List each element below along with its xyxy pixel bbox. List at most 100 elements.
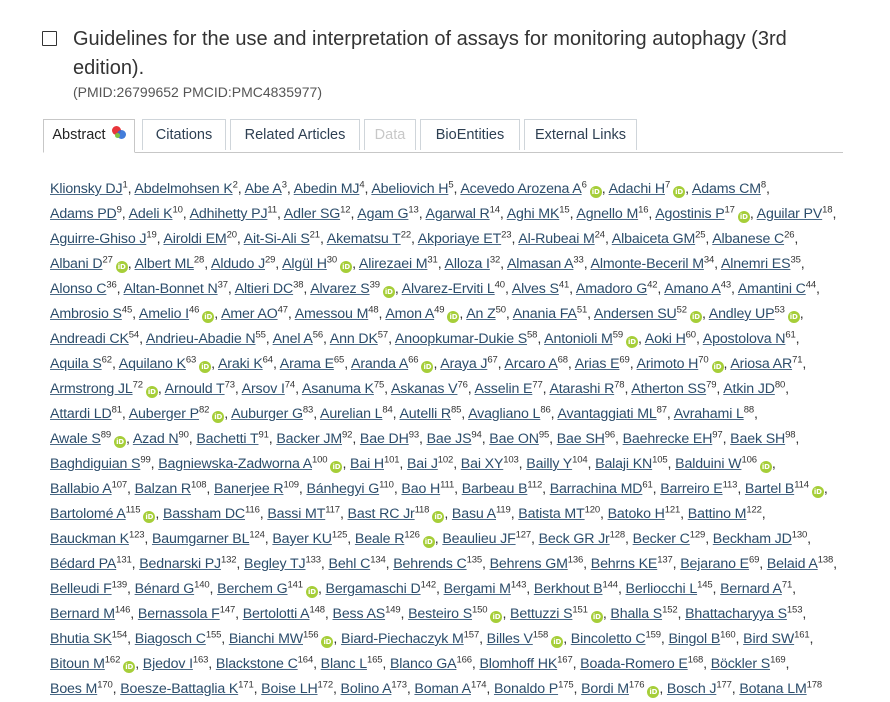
author-name-link[interactable]: Ballabio A [50,481,112,497]
author-name-link[interactable]: Algül H [282,256,327,272]
author-name-link[interactable]: Baghdiguian S [50,456,141,472]
author-name-link[interactable]: Bergami M [444,581,511,597]
author-name-link[interactable]: Behl C [329,556,371,572]
orcid-icon[interactable]: iD [737,211,750,223]
author-name-link[interactable]: Barbeau B [462,481,528,497]
author-name-link[interactable]: Autelli R [399,406,451,422]
author-name-link[interactable]: Adler SG [284,206,341,222]
author-name-link[interactable]: Akporiaye ET [418,231,502,247]
author-name-link[interactable]: Klionsky DJ [50,181,123,197]
author-name-link[interactable]: Amessou M [295,306,369,322]
author-name-link[interactable]: Atarashi R [549,381,614,397]
author-name-link[interactable]: Albert ML [135,256,195,272]
author-name-link[interactable]: Altieri DC [235,281,294,297]
orcid-icon[interactable]: iD [447,311,460,323]
author-name-link[interactable]: Antonioli M [544,331,613,347]
orcid-icon[interactable]: iD [143,511,156,523]
author-name-link[interactable]: Agarwal R [426,206,490,222]
author-name-link[interactable]: Azad N [133,431,179,447]
author-name-link[interactable]: Almonte-Beceril M [591,256,705,272]
orcid-icon[interactable]: iD [589,186,602,198]
tab-related-articles[interactable]: Related Articles [230,119,360,150]
author-name-link[interactable]: Bailly Y [526,456,572,472]
orcid-icon[interactable]: iD [145,386,158,398]
author-name-link[interactable]: Bai H [350,456,384,472]
author-name-link[interactable]: Ait-Si-Ali S [244,231,310,247]
author-name-link[interactable]: Abe A [245,181,282,197]
author-name-link[interactable]: Bae SH [557,431,605,447]
author-name-link[interactable]: Blanc L [321,656,367,672]
author-name-link[interactable]: Bingol B [668,631,720,647]
orcid-icon[interactable]: iD [382,286,395,298]
author-name-link[interactable]: Auberger P [129,406,199,422]
author-name-link[interactable]: Andersen SU [594,306,677,322]
article-title[interactable]: Guidelines for the use and interpretatio… [73,25,833,83]
author-name-link[interactable]: Aguilar PV [757,206,823,222]
orcid-icon[interactable]: iD [330,461,343,473]
author-name-link[interactable]: Bachetti T [196,431,258,447]
tab-bioentities[interactable]: BioEntities [420,119,520,150]
author-name-link[interactable]: Boes M [50,681,97,697]
author-name-link[interactable]: Aquila S [50,356,102,372]
author-name-link[interactable]: Aoki H [645,331,686,347]
author-name-link[interactable]: Botana LM [739,681,806,697]
author-name-link[interactable]: Blackstone C [216,656,298,672]
orcid-icon[interactable]: iD [711,361,724,373]
author-name-link[interactable]: Anel A [273,331,313,347]
orcid-icon[interactable]: iD [625,336,638,348]
author-name-link[interactable]: Beck GR Jr [539,531,610,547]
orcid-icon[interactable]: iD [123,661,136,673]
author-name-link[interactable]: Bednarski PJ [139,556,221,572]
author-name-link[interactable]: Arama E [280,356,334,372]
author-name-link[interactable]: An Z [466,306,496,322]
author-name-link[interactable]: Bejarano E [680,556,749,572]
orcid-icon[interactable]: iD [759,461,772,473]
author-name-link[interactable]: Besteiro S [408,606,472,622]
author-name-link[interactable]: Biard-Piechaczyk M [341,631,464,647]
author-name-link[interactable]: Batoko H [608,506,665,522]
author-name-link[interactable]: Arnould T [165,381,225,397]
author-name-link[interactable]: Baumgarner BL [152,531,250,547]
author-name-link[interactable]: Asselin E [475,381,533,397]
author-name-link[interactable]: Aquilano K [119,356,186,372]
tab-abstract[interactable]: Abstract [43,119,135,153]
author-name-link[interactable]: Basu A [452,506,496,522]
author-name-link[interactable]: Boman A [414,681,471,697]
author-name-link[interactable]: Belaid A [767,556,818,572]
author-name-link[interactable]: Andley UP [709,306,775,322]
author-name-link[interactable]: Adeli K [129,206,173,222]
author-name-link[interactable]: Becker C [633,531,690,547]
author-name-link[interactable]: Aldudo J [211,256,265,272]
author-name-link[interactable]: Agam G [357,206,408,222]
author-name-link[interactable]: Alirezaei M [359,256,428,272]
author-name-link[interactable]: Aguirre-Ghiso J [50,231,146,247]
author-name-link[interactable]: Atkin JD [723,381,775,397]
author-name-link[interactable]: Ann DK [330,331,378,347]
orcid-icon[interactable]: iD [114,436,127,448]
author-name-link[interactable]: Blomhoff HK [479,656,557,672]
author-name-link[interactable]: Begley TJ [244,556,306,572]
author-name-link[interactable]: Bagniewska-Zadworna A [158,456,312,472]
author-name-link[interactable]: Bae ON [489,431,539,447]
author-name-link[interactable]: Amelio I [139,306,189,322]
orcid-icon[interactable]: iD [673,186,686,198]
author-name-link[interactable]: Bao H [401,481,440,497]
author-name-link[interactable]: Al-Rubeai M [518,231,595,247]
author-name-link[interactable]: Askanas V [391,381,458,397]
author-name-link[interactable]: Bai XY [461,456,504,472]
author-name-link[interactable]: Adams PD [50,206,117,222]
author-name-link[interactable]: Beaulieu JF [442,531,515,547]
author-name-link[interactable]: Araki K [218,356,263,372]
author-name-link[interactable]: Bolino A [341,681,392,697]
orcid-icon[interactable]: iD [811,486,824,498]
author-name-link[interactable]: Bianchi MW [229,631,303,647]
author-name-link[interactable]: Altan-Bonnet N [123,281,217,297]
author-name-link[interactable]: Apostolova N [703,331,786,347]
author-name-link[interactable]: Biagosch C [135,631,206,647]
author-name-link[interactable]: Baek SH [730,431,785,447]
author-name-link[interactable]: Ambrosio S [50,306,122,322]
author-name-link[interactable]: Aghi MK [507,206,560,222]
orcid-icon[interactable]: iD [340,261,353,273]
orcid-icon[interactable]: iD [115,261,128,273]
author-name-link[interactable]: Arimoto H [637,356,699,372]
